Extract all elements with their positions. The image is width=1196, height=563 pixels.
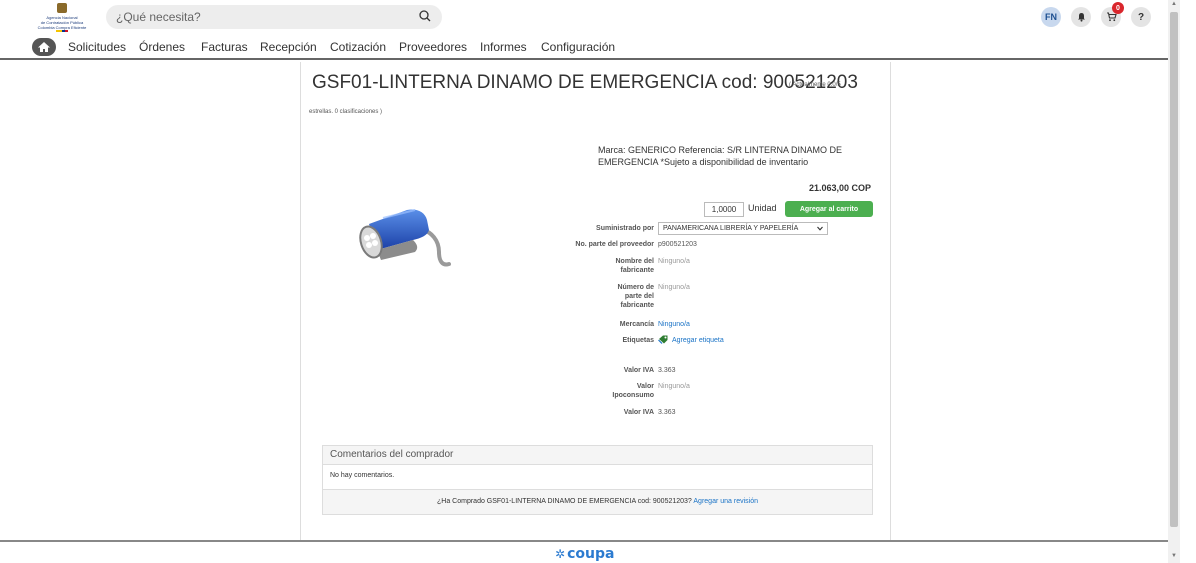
buyer-comments: Comentarios del comprador No hay comenta… [322,445,873,515]
user-avatar[interactable]: FN [1041,7,1061,27]
search-icon[interactable] [418,9,432,23]
coupa-spark-icon: ✲ [555,547,566,561]
product-image [359,209,451,267]
add-tag-link[interactable]: Agregar etiqueta [658,335,724,345]
review-question: ¿Ha Comprado GSF01-LINTERNA DINAMO DE EM… [437,498,692,505]
unit-label: Unidad [748,203,777,213]
scroll-up-icon[interactable]: ▲ [1171,1,1177,7]
cart-count-badge: 0 [1112,2,1124,14]
add-review-link[interactable]: Agregar una revisión [693,498,758,505]
supplier-selected: PANAMERICANA LIBRERÍA Y PAPELERÍA [663,225,799,232]
product-description: Marca: GENERICO Referencia: S/R LINTERNA… [598,145,843,167]
rating-summary: ( Actualmente 0.0/5 [789,82,841,88]
comments-header: Comentarios del comprador [323,446,872,465]
agency-logo[interactable]: Agencia Nacional de Contratación Pública… [30,3,94,33]
add-to-cart-button[interactable]: Agregar al carrito [785,201,873,217]
comments-empty: No hay comentarios. [323,465,872,490]
iva-value-2: 3.363 [658,409,676,416]
nav-informes[interactable]: Informes [480,40,527,54]
bell-icon[interactable] [1071,7,1091,27]
tag-icon [658,335,668,344]
quantity-input[interactable]: 1,0000 [704,202,744,217]
nav-facturas[interactable]: Facturas [201,40,248,54]
product-detail-panel: GSF01-LINTERNA DINAMO DE EMERGENCIA cod:… [300,62,891,540]
nav-solicitudes[interactable]: Solicitudes [68,40,126,54]
manufacturer-part-value: Ninguno/a [658,284,690,291]
nav-ordenes[interactable]: Órdenes [139,40,185,54]
iva-label-2: Valor IVA [623,409,654,416]
flag-stripe [56,30,68,32]
nav-cotizacion[interactable]: Cotización [330,40,386,54]
manufacturer-name-value: Ninguno/a [658,258,690,265]
supplier-select[interactable]: PANAMERICANA LIBRERÍA Y PAPELERÍA [658,222,828,235]
product-price: 21.063,00 COP [808,183,871,193]
nav-configuracion[interactable]: Configuración [541,40,615,54]
manufacturer-name-label: Nombre del fabricante [615,258,654,274]
commodity-label: Mercancía [619,321,654,328]
review-prompt: ¿Ha Comprado GSF01-LINTERNA DINAMO DE EM… [323,490,872,514]
add-tag-label: Agregar etiqueta [672,337,724,344]
rating-summary-continued: estrellas. 0 clasificaciones ) [309,109,383,115]
vertical-scrollbar[interactable]: ▲ ▼ [1168,0,1180,563]
tags-label: Etiquetas [622,337,654,344]
iva-label: Valor IVA [623,367,654,374]
nav-proveedores[interactable]: Proveedores [399,40,467,54]
scroll-down-icon[interactable]: ▼ [1171,553,1177,559]
top-bar: Agencia Nacional de Contratación Pública… [0,0,1168,36]
supplier-part-value: p900521203 [658,241,697,248]
commodity-value[interactable]: Ninguno/a [658,320,690,329]
iva-value: 3.363 [658,367,676,374]
cart-button[interactable]: 0 [1101,2,1124,27]
supplier-part-label: No. parte del proveedor [575,241,654,248]
manufacturer-part-label: Número de parte del fabricante [617,284,654,309]
main-nav: Solicitudes Órdenes Facturas Recepción C… [0,36,1168,60]
search-bar[interactable] [106,5,442,29]
footer-divider [0,540,1168,542]
nav-recepcion[interactable]: Recepción [260,40,317,54]
home-icon[interactable] [32,38,56,56]
product-title: GSF01-LINTERNA DINAMO DE EMERGENCIA cod:… [312,72,858,93]
search-input[interactable] [116,8,406,26]
ipoconsumo-value: Ninguno/a [658,383,690,390]
supplied-by-label: Suministrado por [596,225,654,232]
coupa-logo: ✲ coupa [555,546,614,562]
scrollbar-thumb[interactable] [1170,12,1178,527]
coupa-wordmark: coupa [567,546,615,562]
ipoconsumo-label: Valor Ipoconsumo [612,383,654,399]
chevron-down-icon [817,226,823,231]
help-button[interactable]: ? [1131,7,1151,27]
coat-of-arms-icon [57,3,67,13]
